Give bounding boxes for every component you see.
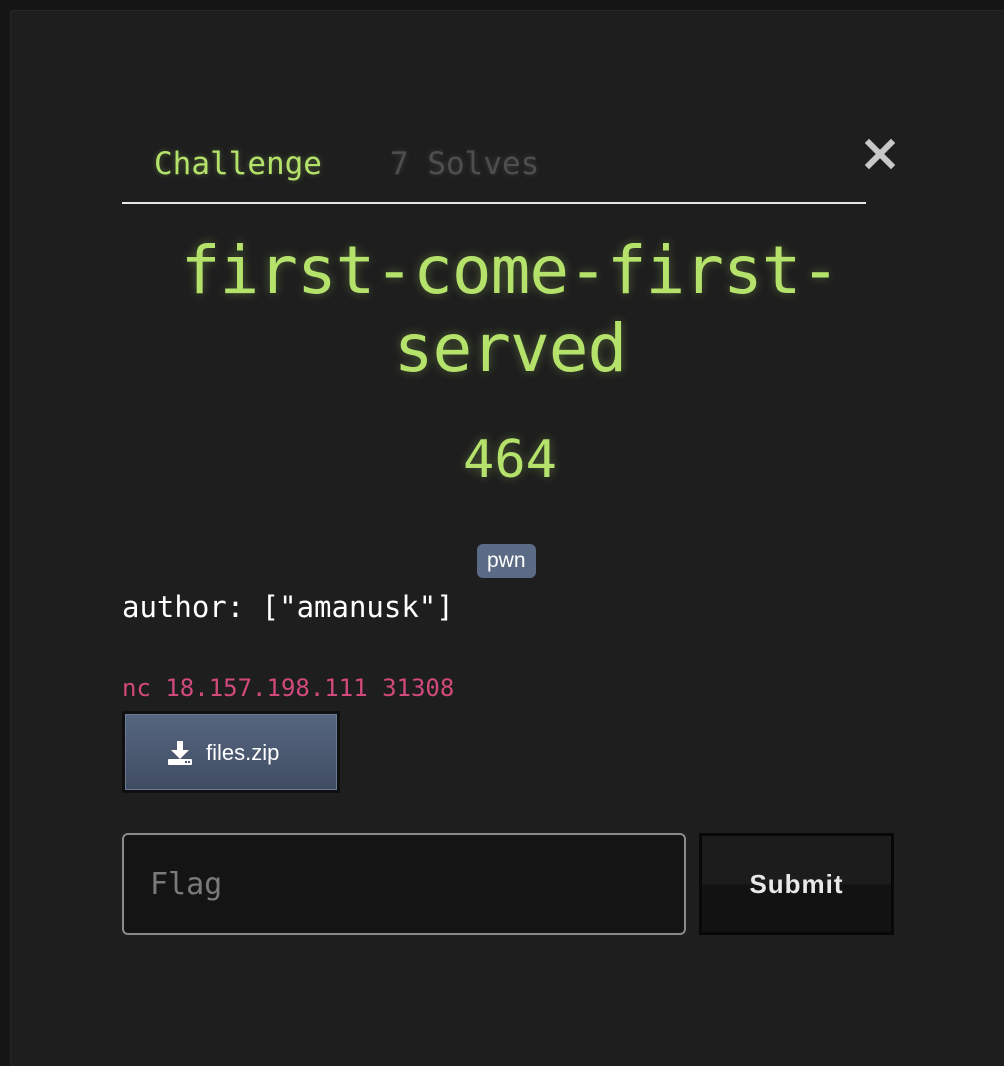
flag-input[interactable] [122, 833, 686, 935]
challenge-description: author: ["amanusk"] [122, 590, 454, 624]
download-file-button-face[interactable]: files.zip [125, 714, 337, 790]
download-icon [166, 739, 194, 767]
challenge-points: 464 [463, 430, 557, 490]
challenge-title: first-come-first-served [180, 232, 841, 387]
category-tag: pwn [477, 544, 536, 578]
tab-solves[interactable]: 7 Solves [390, 144, 539, 184]
submit-button[interactable]: Submit [699, 833, 894, 935]
connection-string: nc 18.157.198.111 31308 [122, 674, 455, 702]
challenge-tabs: Challenge 7 Solves [122, 130, 866, 204]
close-icon[interactable] [862, 136, 898, 172]
download-file-button[interactable]: files.zip [122, 711, 340, 793]
tab-challenge[interactable]: Challenge [154, 144, 322, 184]
file-name: files.zip [206, 740, 280, 765]
